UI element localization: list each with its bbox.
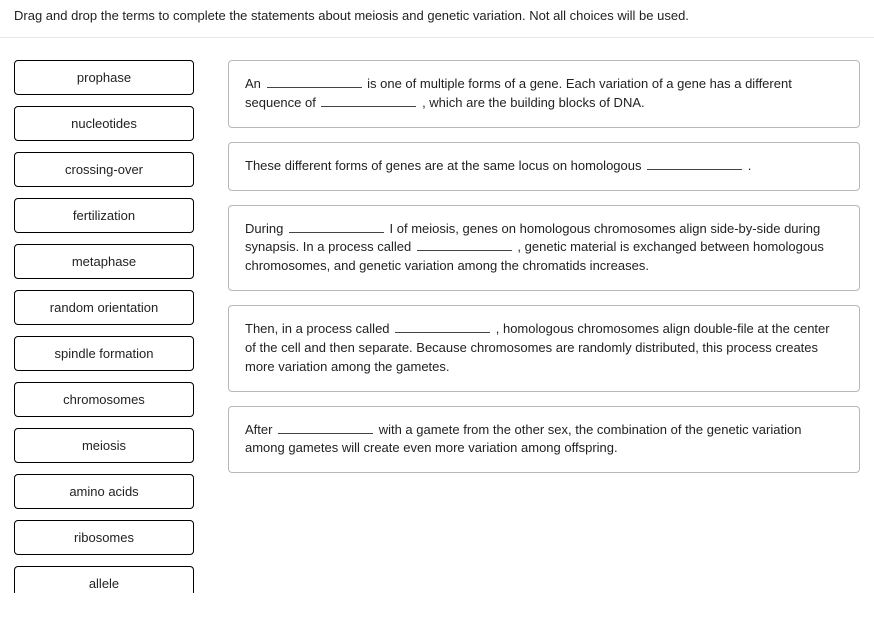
statement-text: An xyxy=(245,76,265,91)
fill-blank[interactable] xyxy=(395,321,490,333)
exercise-content: prophase nucleotides crossing-over ferti… xyxy=(0,38,874,593)
statement-text: After xyxy=(245,422,276,437)
fill-blank[interactable] xyxy=(417,240,512,252)
statement-1[interactable]: An is one of multiple forms of a gene. E… xyxy=(228,60,860,128)
statement-text: During xyxy=(245,221,287,236)
fill-blank[interactable] xyxy=(278,422,373,434)
term-ribosomes[interactable]: ribosomes xyxy=(14,520,194,555)
fill-blank[interactable] xyxy=(289,221,384,233)
drop-statements-column: An is one of multiple forms of a gene. E… xyxy=(228,60,860,593)
statement-text: Then, in a process called xyxy=(245,321,393,336)
fill-blank[interactable] xyxy=(267,76,362,88)
term-random-orientation[interactable]: random orientation xyxy=(14,290,194,325)
fill-blank[interactable] xyxy=(321,95,416,107)
term-chromosomes[interactable]: chromosomes xyxy=(14,382,194,417)
term-allele[interactable]: allele xyxy=(14,566,194,593)
term-prophase[interactable]: prophase xyxy=(14,60,194,95)
draggable-terms-column: prophase nucleotides crossing-over ferti… xyxy=(14,60,194,593)
term-crossing-over[interactable]: crossing-over xyxy=(14,152,194,187)
fill-blank[interactable] xyxy=(647,158,742,170)
instructions-text: Drag and drop the terms to complete the … xyxy=(0,0,874,38)
statement-3[interactable]: During I of meiosis, genes on homologous… xyxy=(228,205,860,292)
statement-text: These different forms of genes are at th… xyxy=(245,158,645,173)
term-fertilization[interactable]: fertilization xyxy=(14,198,194,233)
term-meiosis[interactable]: meiosis xyxy=(14,428,194,463)
statement-text: . xyxy=(744,158,751,173)
statement-2[interactable]: These different forms of genes are at th… xyxy=(228,142,860,191)
statement-text: , which are the building blocks of DNA. xyxy=(418,95,644,110)
term-spindle-formation[interactable]: spindle formation xyxy=(14,336,194,371)
term-nucleotides[interactable]: nucleotides xyxy=(14,106,194,141)
statement-5[interactable]: After with a gamete from the other sex, … xyxy=(228,406,860,474)
statement-4[interactable]: Then, in a process called , homologous c… xyxy=(228,305,860,392)
term-amino-acids[interactable]: amino acids xyxy=(14,474,194,509)
term-metaphase[interactable]: metaphase xyxy=(14,244,194,279)
